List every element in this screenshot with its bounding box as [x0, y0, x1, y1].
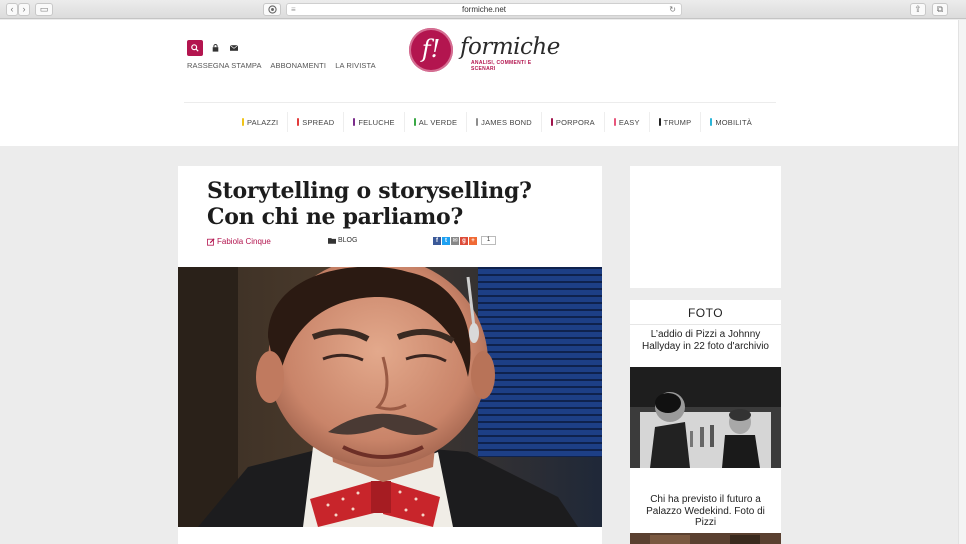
newsletter-button[interactable]: [226, 40, 242, 56]
ad-placeholder: [630, 166, 781, 288]
nav-item-label: PORPORA: [555, 117, 595, 127]
logo-mark: f!: [409, 28, 453, 72]
twitter-share-icon[interactable]: t: [442, 236, 450, 245]
share-count: 1: [481, 236, 496, 245]
header-divider: [184, 102, 776, 103]
nav-item-easy[interactable]: EASY: [605, 112, 650, 132]
share-icon: ⇪: [914, 4, 922, 14]
tabs-overview-button[interactable]: ⧉: [932, 3, 948, 16]
article-title: Storytelling o storyselling? Con chi ne …: [207, 178, 532, 230]
nav-color-marker: [353, 118, 356, 126]
login-button[interactable]: [207, 40, 223, 56]
envelope-icon: [230, 45, 238, 51]
logo-tagline: ANALISI, COMMENTI E SCENARI: [471, 60, 532, 72]
nav-item-label: SPREAD: [302, 117, 335, 127]
nav-color-marker: [710, 118, 713, 126]
email-share-icon[interactable]: ✉: [451, 236, 459, 245]
lock-icon: [212, 44, 218, 52]
author-name: Fabiola Cinque: [217, 237, 271, 246]
search-icon: [191, 44, 199, 52]
nav-item-feluche[interactable]: FELUCHE: [344, 112, 405, 132]
forward-button[interactable]: ›: [18, 3, 30, 16]
foto-heading: FOTO: [630, 300, 781, 325]
nav-color-marker: [242, 118, 244, 126]
foto-widget: FOTO L’addio di Pizzi a Johnny Hallyday …: [630, 300, 781, 544]
nav-item-label: AL VERDE: [418, 117, 458, 127]
top-links: RASSEGNA STAMPA ABBONAMENTI LA RIVISTA: [187, 61, 383, 70]
tabs-icon: ⧉: [936, 4, 944, 14]
article-card: Storytelling o storyselling? Con chi ne …: [178, 166, 602, 544]
nav-item-label: PALAZZI: [247, 117, 279, 127]
back-button[interactable]: ‹: [6, 3, 18, 16]
nav-color-marker: [658, 118, 661, 126]
foto-item-image[interactable]: [630, 367, 781, 468]
nav-item-label: EASY: [618, 117, 640, 127]
browser-toolbar: ‹ › ▭ ≡ formiche.net ↻ ⇪ ⧉: [0, 0, 966, 19]
share-page-button[interactable]: ⇪: [910, 3, 926, 16]
link-abbonamenti[interactable]: ABBONAMENTI: [270, 61, 326, 70]
nav-item-label: JAMES BOND: [481, 117, 532, 127]
search-button[interactable]: [187, 40, 203, 56]
nav-item-spread[interactable]: SPREAD: [288, 112, 345, 132]
archive-photo: [630, 367, 781, 468]
archive-photo: [630, 535, 781, 544]
nav-item-porpora[interactable]: PORPORA: [542, 112, 605, 132]
nav-item-james-bond[interactable]: JAMES BOND: [467, 112, 542, 132]
folder-icon: [328, 238, 336, 244]
foto-item-title[interactable]: Chi ha previsto il futuro a Palazzo Wede…: [638, 494, 773, 529]
article-category[interactable]: BLOG: [328, 237, 357, 244]
facebook-share-icon[interactable]: f: [433, 236, 441, 245]
main-navigation: PALAZZI SPREAD FELUCHE AL VERDE JAMES BOND PO…: [233, 112, 761, 132]
google-plus-share-icon[interactable]: g: [460, 236, 468, 245]
page-icon: ≡: [291, 5, 296, 14]
more-share-icon[interactable]: +: [469, 236, 477, 245]
nav-item-trump[interactable]: TRUMP: [650, 112, 702, 132]
site-header: RASSEGNA STAMPA ABBONAMENTI LA RIVISTA f…: [0, 20, 958, 146]
reload-icon[interactable]: ↻: [669, 4, 676, 15]
category-label: BLOG: [338, 237, 358, 244]
shield-icon: [267, 5, 277, 14]
nav-color-marker: [550, 118, 553, 126]
share-buttons: f t ✉ g +1: [433, 236, 496, 245]
logo-wordmark: formiche: [460, 34, 560, 60]
nav-color-marker: [297, 118, 300, 126]
privacy-button[interactable]: [263, 3, 281, 16]
chevron-right-icon: ›: [22, 4, 26, 14]
nav-item-label: FELUCHE: [358, 117, 395, 127]
link-la-rivista[interactable]: LA RIVISTA: [335, 61, 375, 70]
nav-color-marker: [476, 118, 479, 126]
page-scrollbar[interactable]: [958, 20, 966, 544]
url-text: formiche.net: [461, 5, 507, 14]
site-logo[interactable]: f! formiche ANALISI, COMMENTI E SCENARI: [409, 28, 560, 74]
nav-color-marker: [613, 118, 616, 126]
article-hero-image: [178, 267, 602, 527]
portrait-photo: [178, 267, 602, 527]
nav-item-label: MOBILITÀ: [715, 117, 752, 127]
nav-item-mobilit[interactable]: MOBILITÀ: [701, 112, 761, 132]
foto-item-title[interactable]: L’addio di Pizzi a Johnny Hallyday in 22…: [638, 329, 773, 352]
chevron-left-icon: ‹: [10, 4, 14, 14]
nav-color-marker: [413, 118, 416, 126]
nav-item-label: TRUMP: [663, 117, 692, 127]
sidebar-icon: ▭: [39, 4, 49, 14]
article-author[interactable]: Fabiola Cinque: [207, 237, 271, 246]
pencil-icon: [207, 237, 215, 246]
nav-item-palazzi[interactable]: PALAZZI: [233, 112, 289, 132]
nav-item-al-verde[interactable]: AL VERDE: [405, 112, 468, 132]
link-rassegna-stampa[interactable]: RASSEGNA STAMPA: [187, 61, 262, 70]
foto-item-image[interactable]: [630, 533, 781, 544]
sidebar-toggle-button[interactable]: ▭: [35, 3, 53, 16]
address-bar[interactable]: ≡ formiche.net ↻: [286, 3, 682, 16]
